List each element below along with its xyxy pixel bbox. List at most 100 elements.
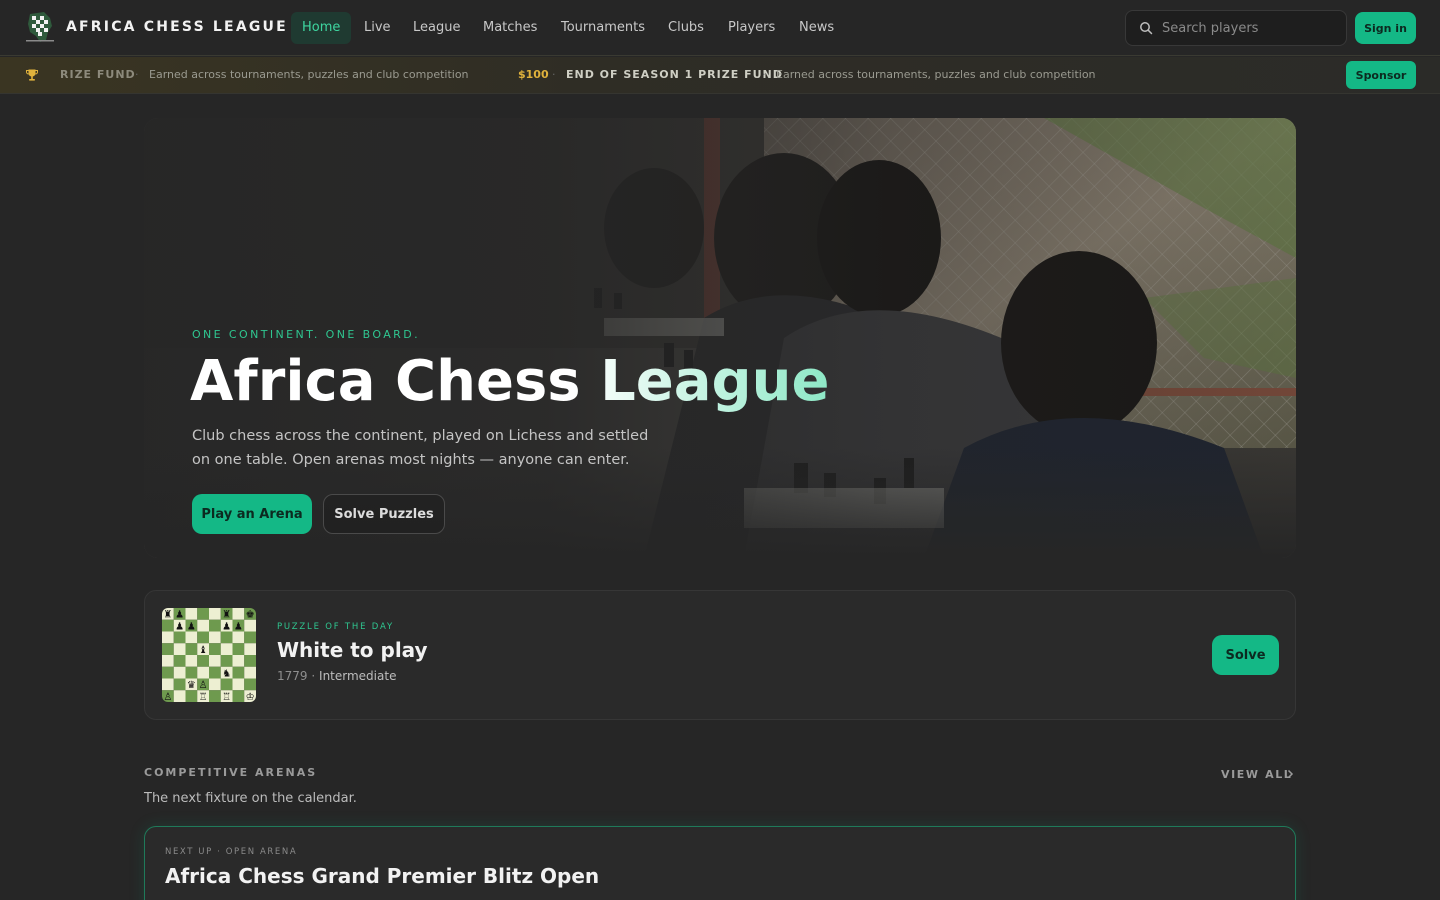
board-square — [220, 655, 233, 667]
board-square — [197, 608, 209, 620]
board-square — [173, 643, 186, 655]
board-square — [232, 655, 245, 667]
board-square — [197, 655, 209, 667]
prize-ticker: RIZE FUND · Earned across tournaments, p… — [0, 57, 1440, 94]
chess-piece-icon: ♝ — [199, 645, 208, 656]
board-square — [220, 631, 233, 644]
board-square — [232, 666, 245, 679]
ticker-separator: · — [552, 68, 556, 81]
board-square — [209, 678, 221, 691]
chess-piece-icon: ♟ — [175, 621, 184, 632]
board-square — [173, 655, 186, 667]
board-square — [173, 690, 186, 702]
board-square — [232, 631, 245, 644]
chess-piece-icon: ♙ — [199, 680, 208, 691]
solve-button[interactable]: Solve — [1212, 635, 1279, 675]
board-square — [220, 643, 233, 655]
board-square — [162, 619, 174, 632]
puzzle-eyebrow: PUZZLE OF THE DAY — [277, 622, 394, 632]
nav-tournaments[interactable]: Tournaments — [550, 12, 656, 44]
board-square — [209, 690, 221, 702]
board-square — [244, 631, 256, 644]
ticker-amount: $100 — [518, 68, 549, 81]
view-all-link[interactable]: VIEW ALL — [1221, 768, 1292, 781]
arena-eyebrow: NEXT UP · OPEN ARENA — [165, 847, 298, 857]
next-arena-card[interactable] — [144, 826, 1296, 900]
nav-live[interactable]: Live — [353, 12, 402, 44]
ticker-fragment-title: RIZE FUND — [60, 68, 136, 81]
chess-piece-icon: ♖ — [222, 692, 231, 702]
nav-home[interactable]: Home — [291, 12, 352, 44]
chess-piece-icon: ♚ — [246, 610, 255, 621]
board-square — [162, 666, 174, 679]
board-square — [209, 643, 221, 655]
section-subtitle-arenas: The next fixture on the calendar. — [144, 791, 357, 806]
board-square — [197, 619, 209, 632]
solve-puzzles-button[interactable]: Solve Puzzles — [323, 494, 445, 534]
puzzle-meta-separator: · — [311, 669, 316, 683]
board-square — [244, 678, 256, 691]
puzzle-board-thumbnail[interactable]: ♜♟♜♚♟♟♟♟♝♞♛♙♙♖♖♔ — [162, 608, 256, 702]
board-square — [244, 655, 256, 667]
chess-piece-icon: ♜ — [222, 610, 231, 621]
board-square — [232, 608, 245, 620]
nav-players[interactable]: Players — [717, 12, 786, 44]
hero-eyebrow: ONE CONTINENT. ONE BOARD. — [192, 328, 420, 341]
brand-name[interactable]: AFRICA CHESS LEAGUE — [66, 19, 288, 35]
chess-piece-icon: ♛ — [187, 680, 196, 691]
board-square — [162, 631, 174, 644]
board-square — [244, 643, 256, 655]
ticker-desc: Earned across tournaments, puzzles and c… — [776, 68, 1096, 81]
puzzle-title: White to play — [277, 638, 428, 662]
nav-news[interactable]: News — [788, 12, 845, 44]
board-square — [209, 631, 221, 644]
board-square — [244, 666, 256, 679]
board-square — [162, 678, 174, 691]
puzzle-meta: 1779 · Intermediate — [277, 669, 396, 683]
board-square — [244, 619, 256, 632]
board-square — [209, 655, 221, 667]
board-square — [162, 655, 174, 667]
board-square — [185, 631, 198, 644]
board-square — [185, 666, 198, 679]
board-square — [232, 690, 245, 702]
ticker-fragment-desc: Earned across tournaments, puzzles and c… — [149, 68, 469, 81]
chess-piece-icon: ♟ — [234, 621, 243, 632]
board-square — [185, 608, 198, 620]
board-square — [173, 631, 186, 644]
nav-league[interactable]: League — [402, 12, 471, 44]
section-title-arenas: COMPETITIVE ARENAS — [144, 766, 318, 779]
board-square — [185, 655, 198, 667]
board-square — [185, 690, 198, 702]
board-square — [185, 643, 198, 655]
chess-piece-icon: ♖ — [199, 692, 208, 702]
board-square — [162, 643, 174, 655]
trophy-icon — [26, 69, 38, 81]
board-square — [173, 678, 186, 691]
nav-clubs[interactable]: Clubs — [657, 12, 715, 44]
board-square — [197, 631, 209, 644]
sign-in-button[interactable]: Sign in — [1355, 12, 1416, 44]
board-square — [209, 608, 221, 620]
nav-matches[interactable]: Matches — [472, 12, 548, 44]
search-box[interactable] — [1125, 10, 1347, 46]
chess-piece-icon: ♔ — [246, 692, 255, 702]
hero-title: Africa Chess League — [190, 346, 830, 418]
arena-title[interactable]: Africa Chess Grand Premier Blitz Open — [165, 864, 599, 888]
board-square — [220, 678, 233, 691]
chess-piece-icon: ♟ — [175, 610, 184, 621]
chess-piece-icon: ♙ — [163, 692, 172, 702]
sponsor-button[interactable]: Sponsor — [1346, 61, 1416, 89]
ticker-separator: · — [762, 68, 766, 81]
play-arena-button[interactable]: Play an Arena — [192, 494, 312, 534]
chess-piece-icon: ♟ — [222, 621, 231, 632]
chevron-right-icon[interactable] — [1285, 769, 1295, 779]
board-square — [209, 666, 221, 679]
chess-piece-icon: ♞ — [222, 668, 231, 679]
search-input[interactable] — [1162, 11, 1342, 45]
search-icon — [1140, 22, 1153, 35]
puzzle-level: Intermediate — [319, 669, 397, 683]
chess-africa-logo[interactable] — [24, 10, 56, 44]
board-square — [173, 666, 186, 679]
chess-piece-icon: ♟ — [187, 621, 196, 632]
